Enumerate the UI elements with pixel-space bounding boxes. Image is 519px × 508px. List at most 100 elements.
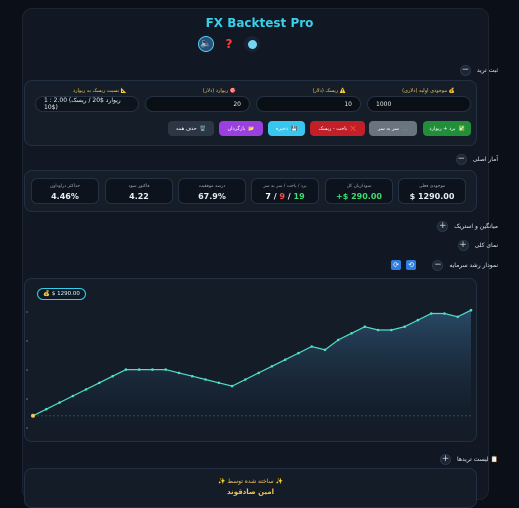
equity-title: نمودار رشد سرمایه <box>449 261 498 269</box>
averages-expand-button[interactable]: + <box>437 220 449 232</box>
stat-value: 4.46% <box>51 192 79 201</box>
equity-point <box>204 378 207 381</box>
equity-point <box>416 318 420 322</box>
equity-collapse-button[interactable]: − <box>432 259 444 271</box>
averages-header[interactable]: میانگین و استریک + <box>437 219 498 233</box>
equity-point <box>151 368 154 371</box>
y-tick <box>26 369 28 371</box>
equity-chart-panel: 💰 $ 1290.00 <box>24 278 477 442</box>
equity-header[interactable]: نمودار رشد سرمایه − <box>432 258 498 272</box>
stat-value: 4.22 <box>129 192 149 201</box>
trade-entry-collapse-button[interactable]: − <box>459 64 471 76</box>
y-tick <box>26 340 28 342</box>
breakeven-button[interactable]: ⚖️ سر به سر <box>369 121 417 136</box>
equity-point <box>84 388 88 391</box>
stats-collapse-button[interactable]: − <box>455 153 467 165</box>
trade-entry-header[interactable]: ثبت ترید − <box>459 63 498 77</box>
stat-profit-factor: فاکتور سود 4.22 <box>105 178 173 204</box>
equity-point <box>137 368 141 371</box>
equity-point <box>390 328 393 332</box>
equity-point <box>257 371 260 375</box>
initial-balance-label: 💰 موجودی اولیه (دلاری) <box>402 88 455 94</box>
cross-icon: ❌ <box>350 125 357 132</box>
credit-line: ✨ ساخته شده توسط ✨ <box>218 478 283 485</box>
equity-point <box>469 308 473 312</box>
initial-balance-input[interactable]: 1000 <box>367 96 471 112</box>
equity-point <box>177 371 181 375</box>
equity-point <box>230 384 234 388</box>
stat-max-drawdown: حداکثر دراوداون 4.46% <box>31 178 99 204</box>
trade-list-expand-button[interactable]: + <box>440 453 452 465</box>
equity-point <box>44 407 48 411</box>
equity-point <box>190 374 194 378</box>
equity-point <box>310 345 314 348</box>
risk-input[interactable]: 10 <box>256 96 361 112</box>
stat-value: +$ 290.00 <box>336 192 382 201</box>
overview-header[interactable]: نمای کلی + <box>457 238 498 252</box>
equity-point <box>164 368 168 371</box>
equity-point <box>443 312 446 315</box>
stat-win-loss-be: برد / باخت / سر به سر 7 / 9 / 19 <box>251 178 319 204</box>
equity-point <box>323 348 327 352</box>
y-tick <box>26 311 28 313</box>
equity-point <box>429 312 433 315</box>
equity-badge: 💰 $ 1290.00 <box>37 288 86 300</box>
equity-area <box>33 310 471 429</box>
equity-point <box>270 365 274 368</box>
header-icons: 🔈 ? <box>198 36 260 52</box>
trade-list-title: 📋 لیست تریدها <box>457 455 498 463</box>
rr-display: 1 : 2.00 (ریوارد $20 / ریسک $10) <box>35 96 139 112</box>
stat-total-pnl: سود/زیان کل +$ 290.00 <box>325 178 393 204</box>
equity-chart <box>26 308 473 429</box>
overview-expand-button[interactable]: + <box>457 239 469 251</box>
equity-point <box>58 401 61 404</box>
folder-icon: 📂 <box>248 125 255 132</box>
equity-point <box>363 325 367 328</box>
question-icon[interactable]: ? <box>221 36 237 52</box>
save-button[interactable]: 💾 ذخیره <box>268 121 305 136</box>
stats-title: آمار اصلی <box>472 155 498 163</box>
loss-button[interactable]: ❌ باخت - ریسک <box>310 121 365 136</box>
trade-entry-title: ثبت ترید <box>476 66 498 74</box>
theme-icon[interactable] <box>244 36 260 52</box>
check-icon: ✅ <box>458 125 465 132</box>
equity-point <box>376 328 380 332</box>
equity-point <box>283 358 287 361</box>
equity-point <box>111 374 114 378</box>
equity-point <box>350 332 353 335</box>
stat-current-balance: موجودی فعلی $ 1290.00 <box>398 178 466 204</box>
author-name: امین صادقوند <box>227 488 274 496</box>
y-tick <box>26 398 28 400</box>
stat-value: $ 1290.00 <box>409 192 455 201</box>
win-button[interactable]: ✅ برد + ریوارد <box>423 121 471 136</box>
trash-icon: 🗑️ <box>199 125 206 132</box>
equity-point <box>297 351 300 355</box>
stat-value: 67.9% <box>198 192 226 201</box>
trade-entry-panel: 💰 موجودی اولیه (دلاری) ⚠️ ریسک (دلار) 🎯 … <box>24 80 477 146</box>
y-tick <box>26 427 28 429</box>
equity-point <box>98 381 101 385</box>
reset-zoom-icon[interactable]: ⟲ <box>406 260 416 270</box>
money-bag-icon: 💰 <box>43 291 50 297</box>
credit-banner: ✨ ساخته شده توسط ✨ امین صادقوند <box>24 468 477 508</box>
restore-button[interactable]: 📂 بازگردان <box>219 121 263 136</box>
reward-label: 🎯 ریوارد (دلار) <box>202 88 236 94</box>
app-title: FX Backtest Pro <box>205 16 314 30</box>
equity-point <box>217 381 221 385</box>
stat-win-rate: درصد موفقیت 67.9% <box>178 178 246 204</box>
risk-label: ⚠️ ریسک (دلار) <box>312 88 346 94</box>
stats-header[interactable]: آمار اصلی − <box>455 152 498 166</box>
delete-all-button[interactable]: 🗑️ حذف همه <box>168 121 214 136</box>
equity-point <box>31 413 35 418</box>
refresh-icon[interactable]: ⟳ <box>391 260 401 270</box>
trade-list-header[interactable]: 📋 لیست تریدها + <box>440 452 498 466</box>
y-axis-ticks <box>26 311 28 429</box>
speaker-icon[interactable]: 🔈 <box>198 36 214 52</box>
overview-title: نمای کلی <box>474 241 498 249</box>
equity-point <box>71 394 75 398</box>
equity-point <box>244 378 247 381</box>
rr-label: 📐 نسبت ریسک به ریوارد <box>72 88 127 94</box>
reward-input[interactable]: 20 <box>145 96 250 112</box>
equity-point <box>456 315 460 319</box>
equity-point <box>403 325 406 328</box>
